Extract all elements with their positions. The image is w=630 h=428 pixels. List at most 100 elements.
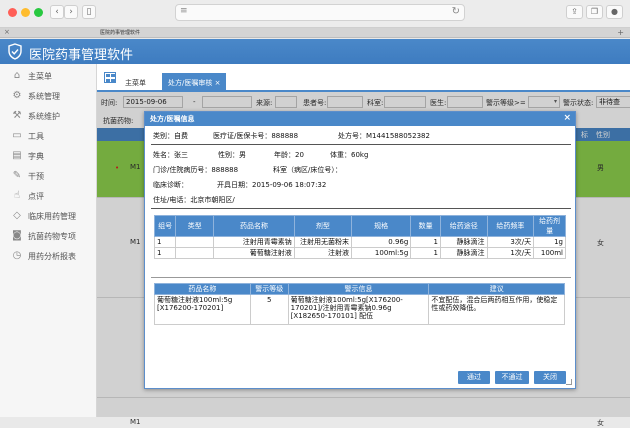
shield-logo-icon bbox=[8, 43, 22, 60]
warning-table: 药品名称 警示等级 警示信息 建议 葡萄糖注射液100ml:5g [X17620… bbox=[154, 283, 565, 325]
forward-icon[interactable]: › bbox=[64, 5, 78, 19]
dialog-title: 处方/医嘱信息 bbox=[150, 115, 195, 123]
row-gender: 女 bbox=[597, 419, 604, 427]
column-header: 给药途径 bbox=[439, 215, 488, 237]
cell: 静脉滴注 bbox=[439, 236, 488, 248]
browser-tab-strip: × 医院药事管理软件 + bbox=[0, 28, 630, 38]
pen-icon: ✎ bbox=[12, 170, 22, 181]
column-header: 给药频率 bbox=[486, 215, 535, 237]
book-icon: ▤ bbox=[12, 150, 22, 161]
tab-main-menu[interactable]: 主菜单 bbox=[119, 73, 152, 92]
cell bbox=[175, 236, 215, 248]
tag-icon: ◇ bbox=[13, 210, 21, 221]
new-tab-icon[interactable]: + bbox=[617, 28, 624, 37]
cell: 静脉滴注 bbox=[439, 247, 488, 259]
share-icon[interactable]: ⇪ bbox=[566, 5, 583, 19]
sidebar-item-label: 临床用药管理 bbox=[28, 212, 76, 221]
tabs-icon[interactable]: ❐ bbox=[586, 5, 603, 19]
reload-icon[interactable]: ↻ bbox=[452, 6, 460, 17]
resize-handle-icon[interactable] bbox=[566, 379, 572, 385]
patient-sex: 性别：男 bbox=[218, 151, 246, 159]
reject-button[interactable]: 不通过 bbox=[495, 371, 529, 384]
thumbs-up-icon: ☝ bbox=[13, 190, 21, 201]
sidebar-item-review[interactable]: ☝ 点评 bbox=[0, 187, 97, 205]
downloads-icon[interactable]: ● bbox=[606, 5, 623, 19]
tab-close-icon[interactable]: × bbox=[215, 79, 221, 87]
open-date-field: 开具日期：2015-09-06 18:07:32 bbox=[217, 181, 327, 189]
cell: 1次/天 bbox=[486, 247, 535, 259]
tab-prescription-review[interactable]: 处方/医嘱审核 × bbox=[162, 73, 227, 92]
toolbox-icon: ▭ bbox=[12, 130, 22, 141]
back-icon[interactable]: ‹ bbox=[50, 5, 64, 19]
sidebar-item-label: 工具 bbox=[28, 132, 44, 141]
clinic-number: 门诊/住院病历号：888888 bbox=[153, 166, 239, 174]
sidebar-item-label: 字典 bbox=[28, 152, 44, 161]
sidebar-item-main-menu[interactable]: ⌂ 主菜单 bbox=[0, 67, 97, 85]
cell: 100ml:5g bbox=[350, 247, 412, 259]
prescription-number: 处方号：M1441588052382 bbox=[338, 132, 430, 140]
cell bbox=[175, 247, 215, 259]
address-field: 住址/电话：北京市朝阳区/ bbox=[153, 196, 235, 204]
column-header: 剂型 bbox=[293, 215, 352, 237]
pass-button[interactable]: 通过 bbox=[458, 371, 490, 384]
dialog-header: 处方/医嘱信息 × bbox=[145, 112, 575, 126]
gear-icon: ⚙ bbox=[12, 90, 22, 101]
table-row[interactable]: 1 注射用青霉素钠 注射用无菌粉末 0.96g 1 静脉滴注 3次/天 1g bbox=[153, 236, 566, 248]
wrench-icon: ⚒ bbox=[12, 110, 22, 121]
warning-table-header: 药品名称 警示等级 警示信息 建议 bbox=[154, 283, 565, 295]
cell: 葡萄糖注射液100ml:5g[X176200-170201]/注射用青霉素钠0.… bbox=[287, 294, 430, 325]
patient-age: 年龄：20 bbox=[274, 151, 304, 159]
sidebar-item-medication-report[interactable]: ◷ 用药分析报表 bbox=[0, 247, 97, 265]
column-header: 药品名称 bbox=[154, 283, 251, 295]
sidebar-item-intervention[interactable]: ✎ 干预 bbox=[0, 167, 97, 185]
column-header: 数量 bbox=[410, 215, 441, 237]
tab-close-icon[interactable]: × bbox=[4, 28, 10, 36]
cell: 3次/天 bbox=[486, 236, 535, 248]
sidebar-item-antibiotic-special[interactable]: ◙ 抗菌药物专项 bbox=[0, 227, 97, 245]
table-row[interactable]: 葡萄糖注射液100ml:5g [X176200-170201] 5 葡萄糖注射液… bbox=[154, 294, 565, 325]
sidebar-item-system-maintenance[interactable]: ⚒ 系统维护 bbox=[0, 107, 97, 125]
sidebar: ⌂ 主菜单 ⚙ 系统管理 ⚒ 系统维护 ▭ 工具 ▤ 字典 ✎ 干预 ☝ 点评 ◇ 临床用药管理… bbox=[0, 64, 97, 417]
window-maximize-button[interactable] bbox=[34, 8, 43, 17]
browser-tab-title[interactable]: 医院药事管理软件 bbox=[100, 29, 140, 36]
cell: 1 bbox=[153, 236, 177, 248]
sidebar-item-label: 抗菌药物专项 bbox=[28, 232, 76, 241]
sidebar-item-dictionary[interactable]: ▤ 字典 bbox=[0, 147, 97, 165]
sidebar-item-label: 干预 bbox=[28, 172, 44, 181]
clock-icon: ◷ bbox=[12, 250, 22, 261]
column-header: 警示信息 bbox=[287, 283, 430, 295]
column-header: 规格 bbox=[350, 215, 412, 237]
divider bbox=[151, 208, 571, 209]
grid-menu-icon[interactable] bbox=[104, 72, 116, 83]
cell: 注射液 bbox=[293, 247, 352, 259]
sidebar-item-label: 用药分析报表 bbox=[28, 252, 76, 261]
column-header: 警示等级 bbox=[249, 283, 289, 295]
table-row[interactable]: 1 葡萄糖注射液 注射液 100ml:5g 1 静脉滴注 1次/天 100ml bbox=[153, 247, 566, 259]
sidebar-item-tools[interactable]: ▭ 工具 bbox=[0, 127, 97, 145]
close-icon[interactable]: × bbox=[563, 113, 571, 123]
app-header: 医院药事管理软件 bbox=[0, 39, 630, 64]
column-header: 建议 bbox=[428, 283, 565, 295]
app-title: 医院药事管理软件 bbox=[29, 48, 134, 63]
sidebar-item-label: 主菜单 bbox=[28, 72, 52, 81]
row-id: M1 bbox=[130, 418, 141, 426]
address-bar[interactable]: ≡ ↻ bbox=[175, 4, 465, 21]
window-minimize-button[interactable] bbox=[21, 8, 30, 17]
medical-card-field: 医疗证/医保卡号：888888 bbox=[213, 132, 299, 140]
sidebar-toggle-icon[interactable]: ▯ bbox=[82, 5, 96, 19]
sidebar-item-label: 点评 bbox=[28, 192, 44, 201]
dept-bed-field: 科室（病区/床位号）： bbox=[273, 166, 342, 174]
column-header: 组号 bbox=[153, 215, 177, 237]
drug-table: 组号 类型 药品名称 剂型 规格 数量 给药途径 给药频率 给药剂量 1 注射用… bbox=[153, 215, 566, 259]
close-button[interactable]: 关闭 bbox=[534, 371, 566, 384]
divider bbox=[151, 144, 571, 145]
tab-bar: 主菜单 处方/医嘱审核 × bbox=[97, 64, 630, 92]
diagnosis-field: 临床诊断： bbox=[153, 181, 188, 189]
sidebar-item-label: 系统管理 bbox=[28, 92, 60, 101]
sidebar-item-clinical-medication[interactable]: ◇ 临床用药管理 bbox=[0, 207, 97, 225]
category-field: 类别：自费 bbox=[153, 132, 188, 140]
divider bbox=[151, 277, 571, 278]
sidebar-item-system-management[interactable]: ⚙ 系统管理 bbox=[0, 87, 97, 105]
window-close-button[interactable] bbox=[8, 8, 17, 17]
column-header: 类型 bbox=[175, 215, 215, 237]
